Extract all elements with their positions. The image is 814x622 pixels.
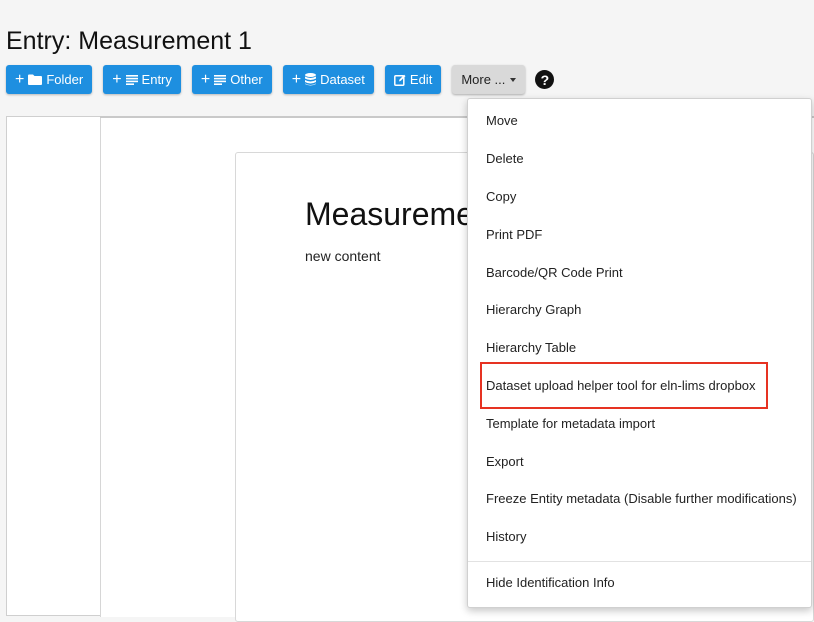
add-folder-button[interactable]: + Folder	[6, 65, 93, 94]
document-heading: Measuremen	[305, 196, 492, 232]
menu-item-move[interactable]: Move	[486, 111, 518, 131]
more-dropdown-menu: Move Delete Copy Print PDF Barcode/QR Co…	[467, 98, 812, 608]
menu-item-hierarchy-table[interactable]: Hierarchy Table	[486, 338, 576, 358]
add-entry-label: Entry	[141, 72, 172, 87]
page-title: Entry: Measurement 1	[6, 27, 252, 55]
edit-icon	[393, 74, 406, 86]
add-dataset-label: Dataset	[320, 72, 365, 87]
plus-icon: +	[291, 70, 302, 88]
menu-item-hierarchy-graph[interactable]: Hierarchy Graph	[486, 300, 581, 320]
menu-item-delete[interactable]: Delete	[486, 149, 524, 169]
menu-item-history[interactable]: History	[486, 527, 526, 547]
menu-item-print-pdf[interactable]: Print PDF	[486, 225, 542, 245]
list-icon	[214, 74, 227, 85]
menu-item-metadata-template[interactable]: Template for metadata import	[486, 414, 655, 434]
menu-item-dataset-upload-helper[interactable]: Dataset upload helper tool for eln-lims …	[486, 376, 756, 396]
edit-label: Edit	[409, 72, 433, 87]
menu-item-hide-identification[interactable]: Hide Identification Info	[486, 573, 615, 593]
more-dropdown-button[interactable]: More ...	[452, 65, 526, 94]
plus-icon: +	[15, 70, 25, 88]
add-other-label: Other	[230, 72, 263, 87]
menu-item-barcode-print[interactable]: Barcode/QR Code Print	[486, 263, 623, 283]
add-folder-label: Folder	[46, 72, 84, 87]
edit-button[interactable]: Edit	[384, 65, 442, 94]
menu-divider	[468, 561, 811, 562]
list-icon	[125, 74, 138, 85]
plus-icon: +	[112, 70, 122, 88]
folder-icon	[28, 74, 43, 85]
menu-item-export[interactable]: Export	[486, 452, 524, 472]
plus-icon: +	[200, 70, 211, 88]
help-icon[interactable]: ?	[535, 70, 555, 89]
document-body: new content	[305, 248, 381, 264]
caret-down-icon	[510, 77, 517, 82]
menu-item-copy[interactable]: Copy	[486, 187, 516, 207]
database-icon	[305, 73, 317, 86]
add-other-button[interactable]: + Other	[191, 65, 272, 94]
add-dataset-button[interactable]: + Dataset	[282, 65, 374, 94]
toolbar: + Folder + Entry + Other + Dataset Edit …	[6, 65, 555, 94]
more-label: More ...	[461, 72, 506, 87]
menu-item-freeze-entity[interactable]: Freeze Entity metadata (Disable further …	[486, 489, 797, 509]
add-entry-button[interactable]: + Entry	[103, 65, 181, 94]
